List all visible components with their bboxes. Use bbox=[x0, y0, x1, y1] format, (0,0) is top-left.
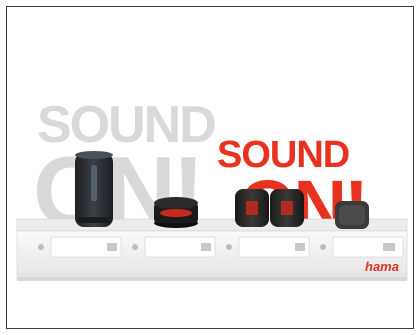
round-speaker bbox=[154, 197, 198, 228]
image-frame: SOUND ON! SOUND ON! bbox=[6, 6, 414, 329]
hama-logo: hama bbox=[365, 259, 399, 274]
tower-speaker bbox=[75, 151, 113, 227]
product-display-photo: SOUND ON! SOUND ON! bbox=[16, 96, 408, 281]
square-speaker bbox=[335, 201, 369, 229]
